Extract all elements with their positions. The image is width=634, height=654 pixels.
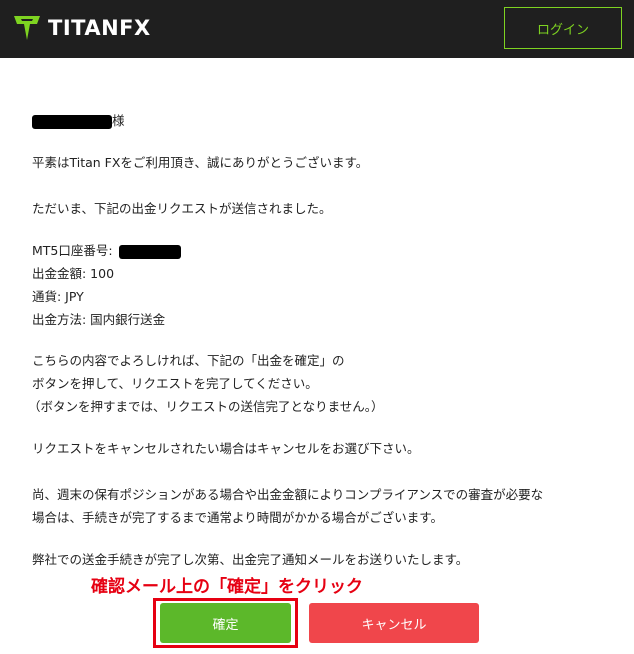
cancel-button[interactable]: キャンセル [309, 603, 479, 643]
click-instruction-annotation: 確認メール上の「確定」をクリック [91, 577, 363, 597]
currency-line: 通貨: JPY [32, 289, 84, 304]
review-note-line-2: 場合は、手続きが完了するまで通常より時間がかかる場合がございます。 [32, 510, 444, 525]
salutation-line: 様 [32, 110, 125, 129]
instruction-line-3: （ボタンを押すまでは、リクエストの送信完了となりません。） [28, 399, 384, 414]
cancel-note: リクエストをキャンセルされたい場合はキャンセルをお選び下さい。 [32, 441, 420, 456]
intro-text: ただいま、下記の出金リクエストが送信されました。 [32, 201, 332, 216]
site-header: TITANFX ログイン [0, 0, 634, 58]
salutation-suffix: 様 [112, 113, 125, 128]
shield-logo-icon [14, 16, 40, 40]
titanfx-logo[interactable]: TITANFX [12, 13, 151, 43]
greeting-text: 平素はTitan FXをご利用頂き、誠にありがとうございます。 [32, 155, 369, 170]
confirm-button[interactable]: 確定 [160, 603, 291, 643]
redacted-name [32, 114, 112, 129]
account-number-label: MT5口座番号: [32, 243, 113, 258]
logo-text: TITANFX [48, 16, 151, 40]
account-number-line: MT5口座番号: [32, 240, 181, 259]
method-line: 出金方法: 国内銀行送金 [32, 312, 166, 327]
completion-note: 弊社での送金手続きが完了し次第、出金完了通知メールをお送りいたします。 [32, 552, 469, 567]
instruction-line-1: こちらの内容でよろしければ、下記の「出金を確定」の [32, 353, 345, 368]
redacted-account-number [118, 244, 181, 259]
review-note-line-1: 尚、週末の保有ポジションがある場合や出金金額によりコンプライアンスでの審査が必要… [32, 487, 544, 502]
login-button[interactable]: ログイン [504, 7, 622, 49]
instruction-line-2: ボタンを押して、リクエストを完了してください。 [32, 376, 318, 391]
amount-line: 出金金額: 100 [32, 266, 115, 281]
